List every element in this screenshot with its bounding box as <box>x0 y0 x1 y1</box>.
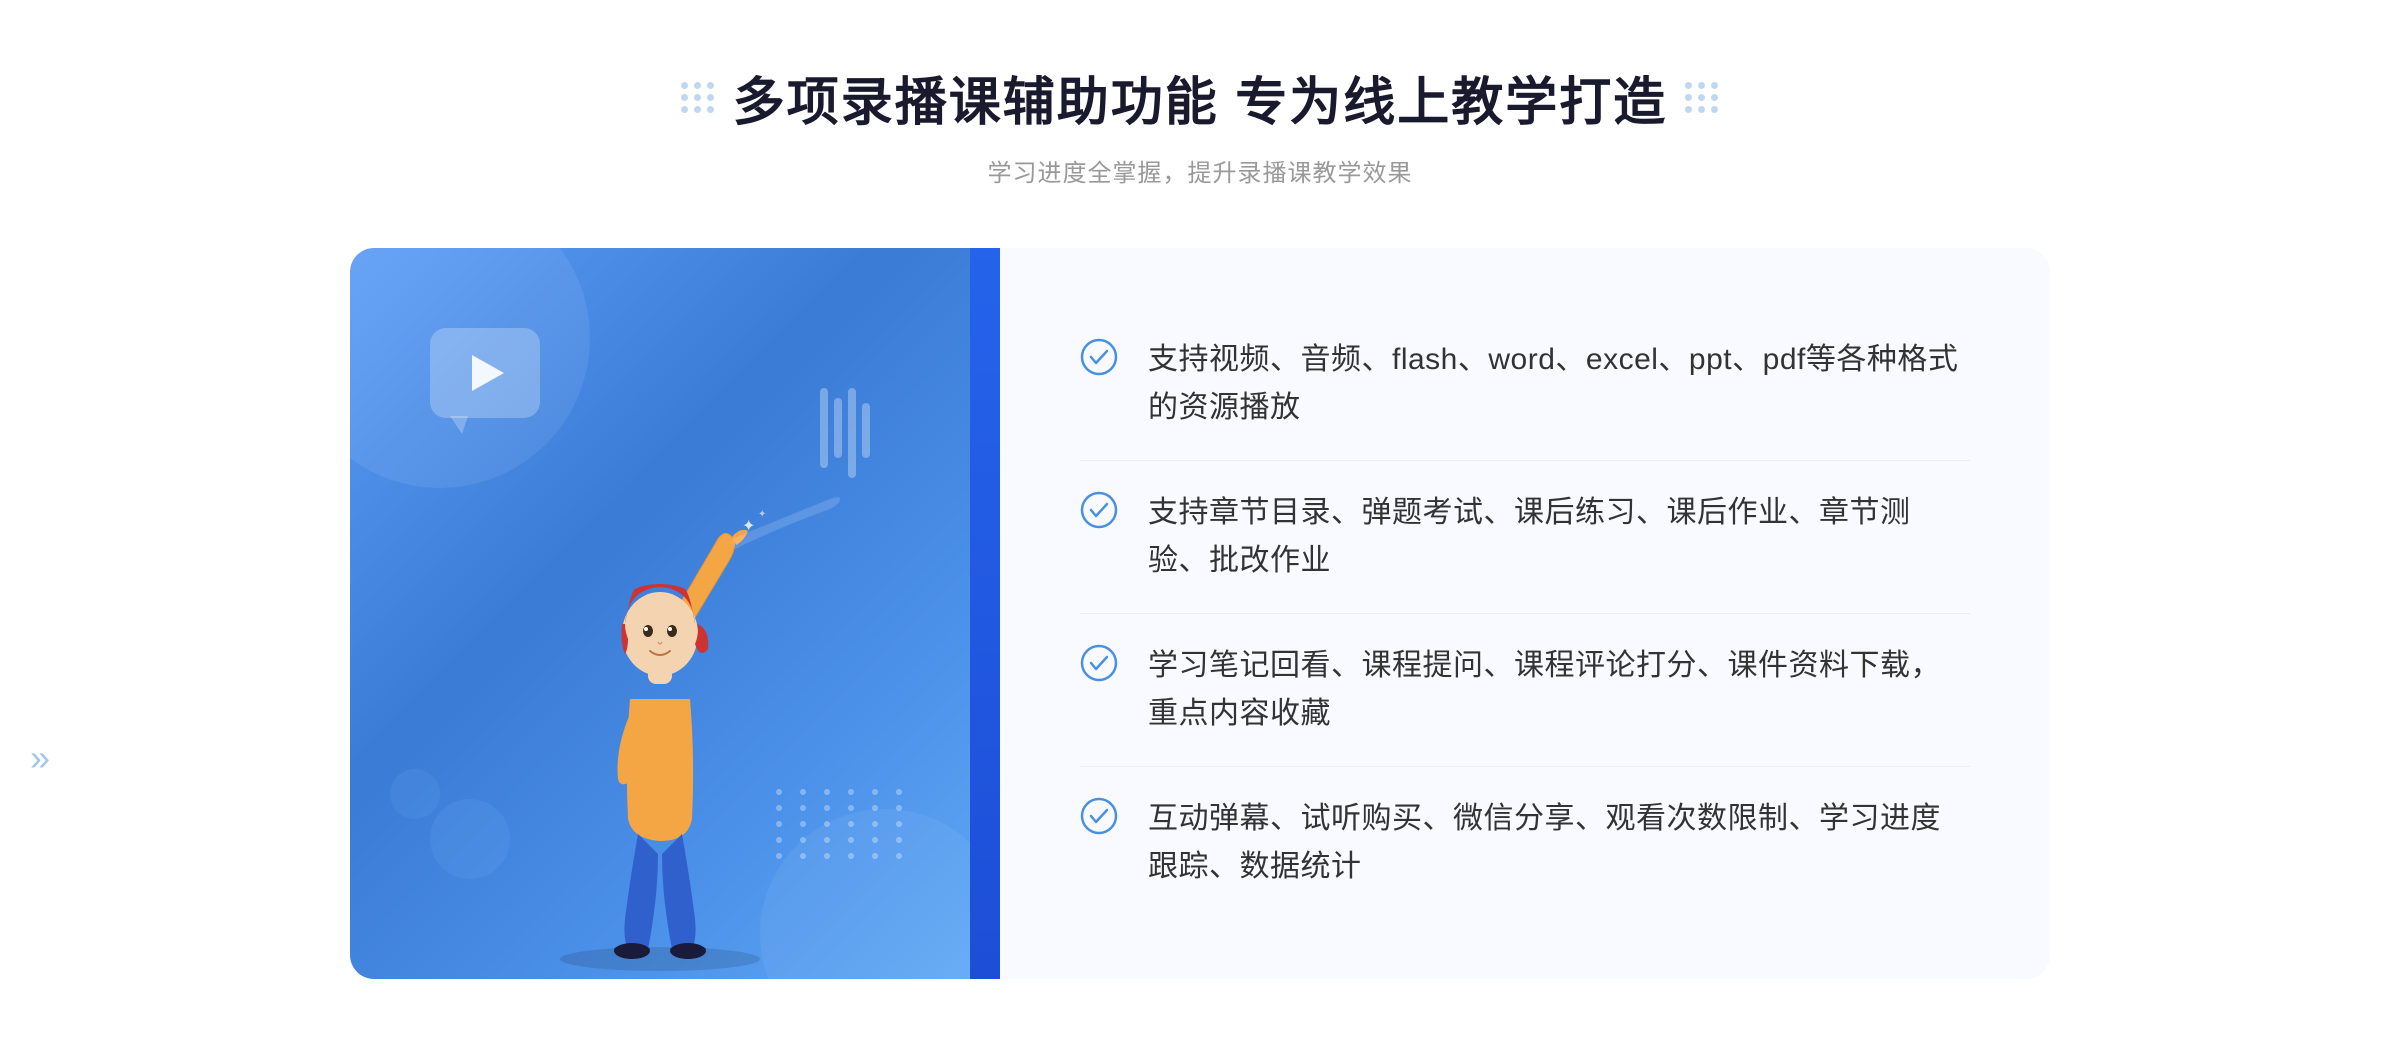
page-title: 多项录播课辅助功能 专为线上教学打造 <box>733 60 1667 135</box>
feature-item-2: 支持章节目录、弹题考试、课后练习、课后作业、章节测验、批改作业 <box>1080 461 1970 614</box>
right-dots-decoration <box>1685 82 1719 113</box>
check-circle-icon-2 <box>1080 491 1118 529</box>
illustration-card: ✦ ✦ <box>350 248 970 979</box>
title-row: 多项录播课辅助功能 专为线上教学打造 <box>681 60 1719 135</box>
person-illustration: ✦ ✦ <box>480 459 840 979</box>
content-area: ✦ ✦ 支持视频、音频、flash、word、excel、ppt、pdf等各种格… <box>350 248 2050 979</box>
features-card: 支持视频、音频、flash、word、excel、ppt、pdf等各种格式的资源… <box>1000 248 2050 979</box>
play-icon <box>472 355 504 391</box>
speech-bubble <box>430 328 540 418</box>
page-subtitle: 学习进度全掌握，提升录播课教学效果 <box>987 153 1412 188</box>
blue-divider-strip <box>970 248 1000 979</box>
chevron-icon: » <box>30 737 50 779</box>
left-dots-decoration <box>681 82 715 113</box>
svg-text:✦: ✦ <box>758 509 766 520</box>
page-container: 多项录播课辅助功能 专为线上教学打造 学习进度全掌握，提升录播课教学效果 <box>0 0 2400 1059</box>
header-section: 多项录播课辅助功能 专为线上教学打造 学习进度全掌握，提升录播课教学效果 <box>681 60 1719 188</box>
left-chevron-decoration: » <box>30 737 50 779</box>
svg-text:✦: ✦ <box>742 518 755 535</box>
feature-text-2: 支持章节目录、弹题考试、课后练习、课后作业、章节测验、批改作业 <box>1148 489 1970 585</box>
feature-text-4: 互动弹幕、试听购买、微信分享、观看次数限制、学习进度跟踪、数据统计 <box>1148 795 1970 891</box>
feature-item-4: 互动弹幕、试听购买、微信分享、观看次数限制、学习进度跟踪、数据统计 <box>1080 767 1970 919</box>
feature-text-3: 学习笔记回看、课程提问、课程评论打分、课件资料下载，重点内容收藏 <box>1148 642 1970 738</box>
feature-item-3: 学习笔记回看、课程提问、课程评论打分、课件资料下载，重点内容收藏 <box>1080 614 1970 767</box>
feature-item-1: 支持视频、音频、flash、word、excel、ppt、pdf等各种格式的资源… <box>1080 308 1970 461</box>
check-circle-icon-1 <box>1080 338 1118 376</box>
circle-decoration-2 <box>390 769 440 819</box>
feature-text-1: 支持视频、音频、flash、word、excel、ppt、pdf等各种格式的资源… <box>1148 336 1970 432</box>
circle-decoration-1 <box>430 799 510 879</box>
check-circle-icon-3 <box>1080 644 1118 682</box>
check-circle-icon-4 <box>1080 797 1118 835</box>
